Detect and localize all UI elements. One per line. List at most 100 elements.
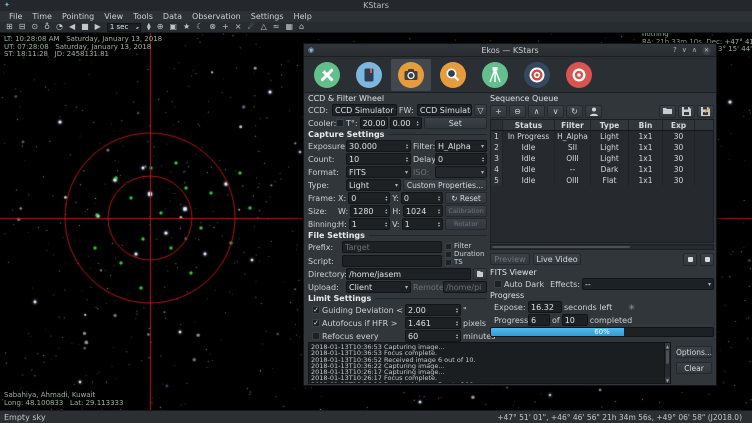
table-row[interactable]: 1 In Progress H_Alpha Light 1x1 30 bbox=[491, 131, 713, 142]
open-sequence-button[interactable] bbox=[659, 105, 676, 118]
delay-spinbox[interactable]: 0 bbox=[435, 153, 487, 165]
table-row[interactable]: 4 Idle -- Dark 1x1 30 bbox=[491, 164, 713, 175]
zoom-rect-icon[interactable]: ⊟ bbox=[19, 22, 26, 32]
tab-capture[interactable] bbox=[391, 59, 431, 91]
filter-manager-button[interactable]: ▽ bbox=[474, 104, 487, 116]
menu-view[interactable]: View bbox=[99, 12, 128, 21]
show-constellation-lines-icon[interactable]: △ bbox=[261, 22, 267, 32]
frame-y-spinbox[interactable]: 0 bbox=[401, 192, 443, 204]
prefix-filter-checkbox[interactable] bbox=[445, 243, 452, 250]
effects-select[interactable]: -- bbox=[582, 278, 714, 290]
set-temp-button[interactable]: Set bbox=[424, 117, 487, 129]
show-deepsky-icon[interactable]: ⊗ bbox=[209, 22, 216, 32]
size-w-spinbox[interactable]: 1280 bbox=[350, 205, 390, 217]
menu-file[interactable]: File bbox=[4, 12, 27, 21]
table-row[interactable]: 3 Idle OIII Light 1x1 30 bbox=[491, 153, 713, 164]
log-scrollbar[interactable]: ▲ ▼ bbox=[664, 343, 670, 383]
menu-time[interactable]: Time bbox=[27, 12, 57, 21]
format-select[interactable]: FITS bbox=[346, 166, 411, 178]
table-row[interactable]: 2 Idle SII Light 1x1 30 bbox=[491, 142, 713, 153]
menu-help[interactable]: Help bbox=[289, 12, 317, 21]
temp-target-spinbox[interactable]: 0.00 bbox=[390, 117, 422, 129]
move-job-up-button[interactable]: ∧ bbox=[528, 105, 545, 118]
live-video-button[interactable]: Live Video bbox=[533, 253, 581, 265]
refocus-every-checkbox[interactable] bbox=[312, 332, 320, 340]
menu-pointing[interactable]: Pointing bbox=[57, 12, 99, 21]
reset-queue-button[interactable]: ↻ bbox=[566, 105, 583, 118]
show-milkyway-icon[interactable]: ≈ bbox=[273, 22, 280, 32]
scroll-up-icon[interactable]: ▲ bbox=[665, 343, 670, 349]
cooler-checkbox[interactable] bbox=[336, 119, 344, 127]
show-planets-icon[interactable]: ☾ bbox=[196, 22, 203, 32]
browse-directory-button[interactable] bbox=[473, 268, 487, 280]
prefix-input[interactable]: Target bbox=[342, 241, 442, 253]
add-job-button[interactable]: + bbox=[490, 105, 507, 118]
menu-settings[interactable]: Settings bbox=[246, 12, 289, 21]
options-button[interactable]: Options... bbox=[676, 346, 712, 358]
guiding-deviation-spinbox[interactable]: 2.00 bbox=[405, 304, 461, 316]
exposure-spinbox[interactable]: 30.000 bbox=[346, 140, 411, 152]
shade-button[interactable]: ∨ bbox=[682, 46, 687, 55]
guiding-deviation-checkbox[interactable] bbox=[312, 306, 320, 314]
tab-mount[interactable] bbox=[475, 59, 515, 91]
prefix-ts-checkbox[interactable] bbox=[445, 259, 452, 266]
stop-sequence-button[interactable] bbox=[700, 253, 714, 266]
log-box[interactable]: 2018-01-13T10:36:53 Capturing image... 2… bbox=[308, 342, 671, 384]
save-sequence-button[interactable] bbox=[678, 105, 695, 118]
filter-wheel-select[interactable]: CCD Simulator bbox=[417, 104, 472, 116]
show-eq-grid-icon[interactable]: ▦ bbox=[285, 22, 293, 32]
save-sequence-as-button[interactable] bbox=[697, 105, 714, 118]
table-row[interactable]: 5 Idle OIII Flat 1x1 30 bbox=[491, 175, 713, 186]
find-object-icon[interactable]: ⊙ bbox=[31, 22, 38, 32]
script-input[interactable] bbox=[342, 255, 442, 267]
time-step-spinner[interactable]: ▲▼ bbox=[147, 23, 151, 31]
zoom-fit-icon[interactable]: ⊞ bbox=[6, 22, 13, 32]
ekos-titlebar[interactable]: ◉ Ekos — KStars ? ∨ ∧ ✕ bbox=[304, 44, 716, 57]
type-select[interactable]: Light bbox=[346, 179, 401, 191]
auto-dark-checkbox[interactable] bbox=[494, 280, 502, 288]
time-step-forward-icon[interactable]: ▶ bbox=[95, 22, 101, 32]
menu-data[interactable]: Data bbox=[158, 12, 187, 21]
autofocus-hfr-spinbox[interactable]: 1.461 bbox=[405, 317, 461, 329]
count-spinbox[interactable]: 10 bbox=[346, 153, 411, 165]
autofocus-hfr-checkbox[interactable] bbox=[312, 319, 320, 327]
unshade-button[interactable]: ∧ bbox=[692, 46, 697, 55]
clear-log-button[interactable]: Clear bbox=[676, 362, 712, 374]
tab-scheduler[interactable] bbox=[349, 59, 389, 91]
location-infobox[interactable]: Sabahiya, Ahmadi, Kuwait Long: 48.100833… bbox=[4, 392, 123, 407]
show-stars-icon[interactable]: ★ bbox=[183, 22, 190, 32]
tab-focus[interactable] bbox=[433, 59, 473, 91]
show-comets-icon[interactable]: ☄ bbox=[247, 22, 254, 32]
bin-h-spinbox[interactable]: 1 bbox=[349, 218, 390, 230]
tab-align[interactable] bbox=[559, 59, 599, 91]
set-time-icon[interactable]: ◔ bbox=[56, 22, 63, 32]
reset-frame-button[interactable]: ↻ Reset bbox=[445, 192, 487, 204]
move-job-down-button[interactable]: ∨ bbox=[547, 105, 564, 118]
ccd-select[interactable]: CCD Simulator bbox=[332, 104, 397, 116]
show-supernovae-icon[interactable]: + bbox=[222, 22, 229, 32]
time-stop-icon[interactable]: ■ bbox=[81, 22, 89, 32]
time-infobox[interactable]: LT: 10:28:08 AM Saturday, January 13, 20… bbox=[4, 36, 162, 59]
remove-job-button[interactable]: ⊖ bbox=[509, 105, 526, 118]
size-h-spinbox[interactable]: 1024 bbox=[403, 205, 443, 217]
directory-input[interactable]: /home/jasem bbox=[346, 268, 471, 280]
bin-v-spinbox[interactable]: 1 bbox=[402, 218, 443, 230]
pointing-icon[interactable]: ⊕ bbox=[157, 22, 164, 32]
refocus-every-spinbox[interactable]: 60 bbox=[405, 330, 461, 342]
geolocation-icon[interactable]: ♁ bbox=[44, 22, 50, 32]
window-titlebar[interactable]: ✦ KStars bbox=[0, 0, 752, 11]
scroll-down-icon[interactable]: ▼ bbox=[665, 377, 670, 383]
screenshot-icon[interactable]: ▣ bbox=[169, 22, 177, 32]
show-horizon-icon[interactable]: ⌂ bbox=[299, 22, 304, 32]
menu-observation[interactable]: Observation bbox=[187, 12, 246, 21]
menu-tools[interactable]: Tools bbox=[128, 12, 158, 21]
close-button[interactable]: ✕ bbox=[702, 46, 711, 55]
show-satellites-icon[interactable]: × bbox=[235, 22, 242, 32]
observer-button[interactable] bbox=[585, 105, 602, 118]
start-sequence-button[interactable] bbox=[683, 253, 697, 266]
prefix-duration-checkbox[interactable] bbox=[445, 251, 452, 258]
upload-select[interactable]: Client bbox=[346, 281, 411, 293]
time-step-back-icon[interactable]: ◀ bbox=[69, 22, 75, 32]
tab-guide[interactable] bbox=[517, 59, 557, 91]
frame-x-spinbox[interactable]: 0 bbox=[348, 192, 390, 204]
